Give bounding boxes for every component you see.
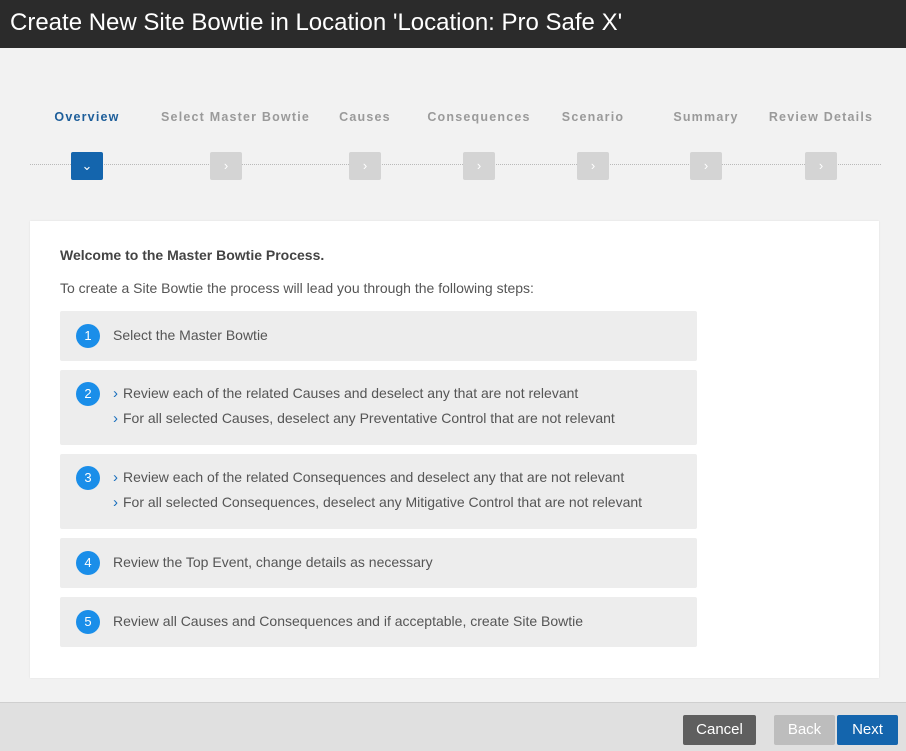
welcome-heading: Welcome to the Master Bowtie Process.	[60, 247, 325, 263]
chevron-right-icon: ›	[113, 469, 118, 486]
chevron-right-icon: ›	[113, 410, 118, 427]
step-label[interactable]: Scenario	[528, 110, 658, 124]
step-item-5: 5 Review all Causes and Consequences and…	[60, 597, 697, 647]
back-button[interactable]: Back	[774, 715, 835, 745]
footer-bar: Cancel Back Next	[0, 702, 906, 751]
chevron-right-icon[interactable]: ›	[349, 152, 381, 180]
step-item-text: Select the Master Bowtie	[113, 327, 268, 343]
window-title: Create New Site Bowtie in Location 'Loca…	[10, 9, 623, 36]
chevron-right-icon: ›	[113, 494, 118, 511]
intro-text: To create a Site Bowtie the process will…	[60, 280, 534, 296]
step-label[interactable]: Causes	[300, 110, 430, 124]
step-item-line: › Review each of the related Causes and d…	[113, 385, 579, 402]
next-button[interactable]: Next	[837, 715, 898, 745]
chevron-right-icon[interactable]: ›	[690, 152, 722, 180]
chevron-right-icon[interactable]: ›	[577, 152, 609, 180]
step-number-badge: 4	[76, 551, 100, 575]
step-item-text: Review the Top Event, change details as …	[113, 554, 433, 570]
chevron-right-icon[interactable]: ›	[805, 152, 837, 180]
step-number-badge: 2	[76, 382, 100, 406]
overview-panel: Welcome to the Master Bowtie Process. To…	[30, 221, 879, 678]
step-label[interactable]: Consequences	[414, 110, 544, 124]
step-label[interactable]: Select Master Bowtie	[161, 110, 309, 124]
step-number-badge: 1	[76, 324, 100, 348]
chevron-right-icon[interactable]: ›	[463, 152, 495, 180]
step-item-text: Review all Causes and Consequences and i…	[113, 613, 584, 629]
step-number-badge: 3	[76, 466, 100, 490]
step-item-line: › For all selected Causes, deselect any P…	[113, 410, 615, 427]
title-bar: Create New Site Bowtie in Location 'Loca…	[0, 0, 906, 48]
wizard-steps: Overview ⌄ Select Master Bowtie › Causes…	[0, 100, 906, 190]
step-item-line: › Review each of the related Consequences…	[113, 469, 625, 486]
chevron-right-icon: ›	[113, 385, 118, 402]
step-item-1: 1 Select the Master Bowtie	[60, 311, 697, 361]
step-number-badge: 5	[76, 610, 100, 634]
cancel-button[interactable]: Cancel	[683, 715, 756, 745]
steps-connector	[30, 164, 881, 165]
chevron-down-icon[interactable]: ⌄	[71, 152, 103, 180]
step-item-2: 2 › Review each of the related Causes and…	[60, 370, 697, 445]
step-label[interactable]: Summary	[641, 110, 771, 124]
step-label[interactable]: Review Details	[756, 110, 886, 124]
step-item-3: 3 › Review each of the related Consequenc…	[60, 454, 697, 529]
step-label[interactable]: Overview	[22, 110, 152, 124]
chevron-right-icon[interactable]: ›	[210, 152, 242, 180]
step-item-line: › For all selected Consequences, deselect…	[113, 494, 643, 511]
step-item-4: 4 Review the Top Event, change details a…	[60, 538, 697, 588]
